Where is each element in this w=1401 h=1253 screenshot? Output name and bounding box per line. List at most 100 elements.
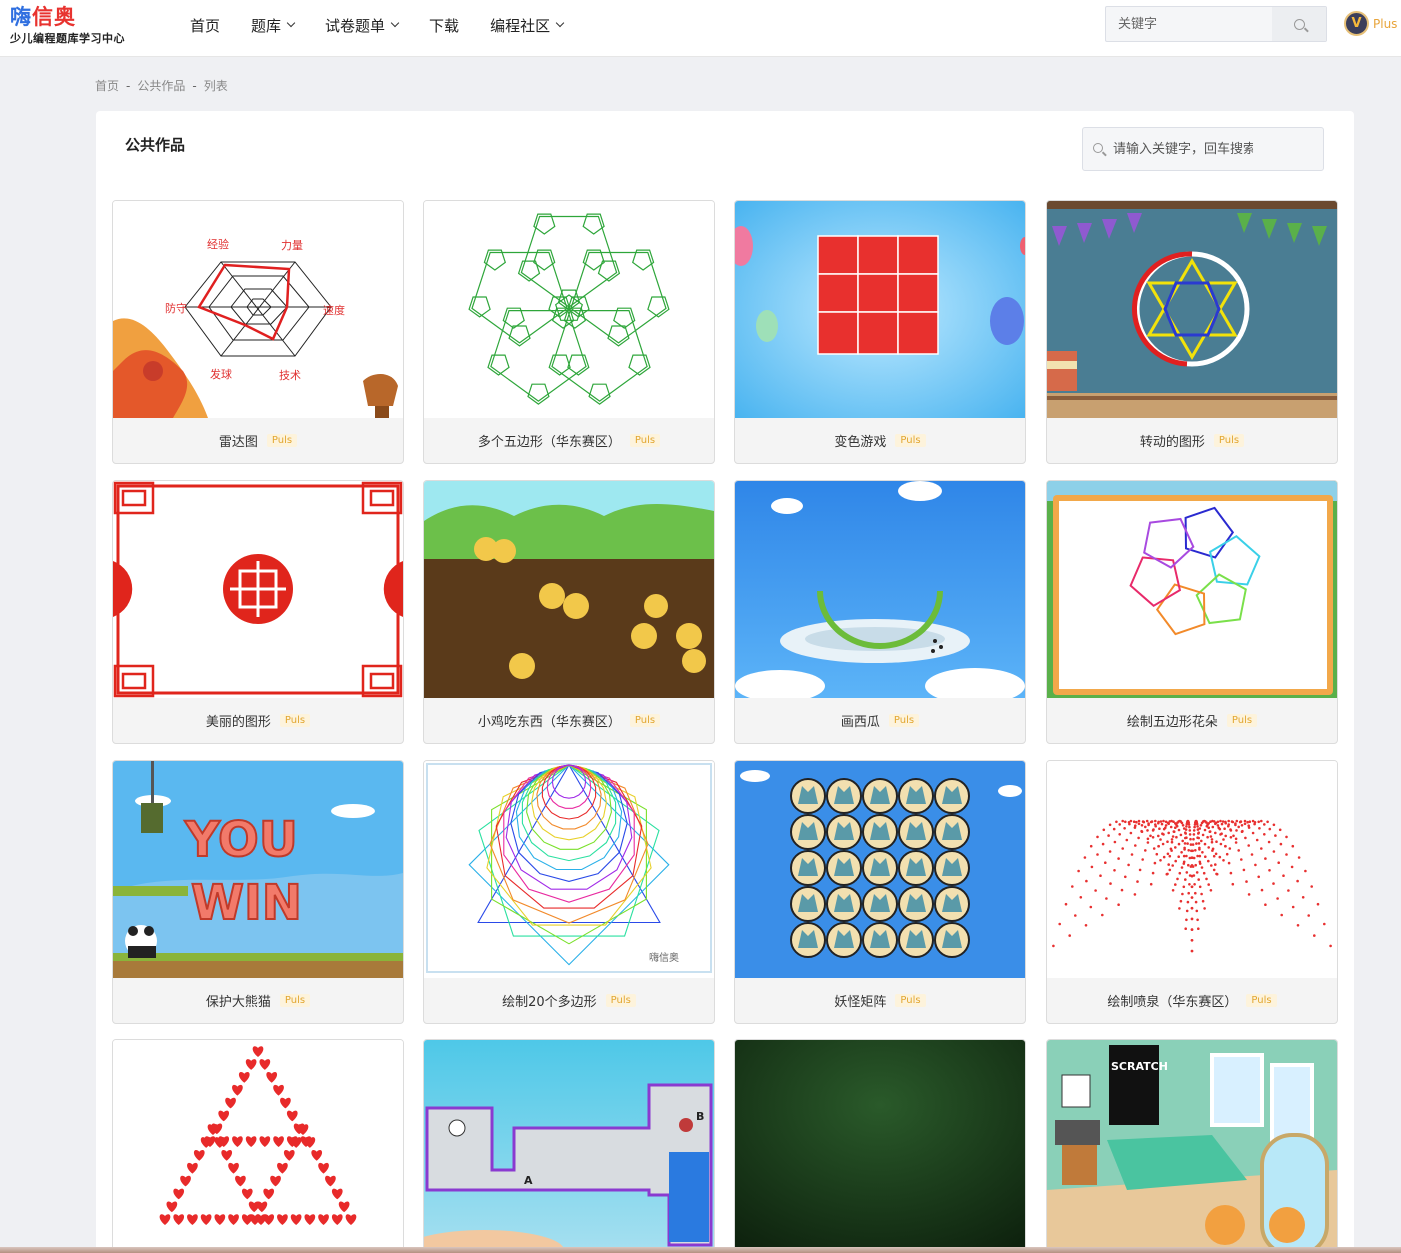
plus-label: Plus [1373, 16, 1398, 31]
you-win-thumbnail: YOU WIN [113, 761, 403, 978]
works-search-input[interactable] [1113, 128, 1253, 170]
work-card[interactable]: 画西瓜 Puls [734, 480, 1026, 744]
work-title: 画西瓜 [840, 715, 880, 730]
plus-tag: Puls [1226, 714, 1258, 727]
scratch-sign: SCRATCH [1111, 1060, 1168, 1073]
breadcrumb: 首页 - 公共作品 - 列表 [95, 77, 228, 94]
breadcrumb-home[interactable]: 首页 [95, 77, 119, 94]
search-icon [1293, 18, 1305, 30]
work-title: 绘制五边形花朵 [1126, 715, 1218, 730]
site-logo[interactable]: 嗨信奥 少儿编程题库学习中心 [10, 6, 125, 46]
dark-green-thumbnail [735, 1040, 1025, 1253]
chicks-thumbnail [424, 481, 714, 698]
work-card[interactable]: 绘制喷泉（华东赛区） Puls [1046, 760, 1338, 1024]
nav-community-label: 编程社区 [490, 16, 551, 35]
radar-label-top-left: 经验 [207, 237, 229, 251]
plus-tag: Puls [605, 994, 636, 1007]
maze-label-a: A [524, 1174, 533, 1187]
search-icon [1093, 143, 1103, 153]
work-card[interactable]: YOU WIN 保护大熊猫 Puls [112, 760, 404, 1024]
top-navbar: 嗨信奥 少儿编程题库学习中心 首页 题库 试卷题单 下载 编程社区 V Plus [0, 0, 1401, 57]
radar-label-top-right: 力量 [281, 239, 303, 252]
chinese-pattern-thumbnail [113, 481, 403, 698]
maze-label-b: B [696, 1110, 704, 1123]
nav-exam-lists[interactable]: 试卷题单 [325, 15, 400, 36]
win-text: WIN [191, 875, 302, 931]
nav-question-bank-label: 题库 [251, 16, 282, 35]
vip-badge-icon: V [1344, 11, 1369, 36]
plus-tag: Puls [1213, 434, 1245, 447]
monster-matrix-thumbnail [735, 761, 1025, 978]
plus-tag: Puls [1246, 994, 1277, 1007]
work-card[interactable]: B A [423, 1039, 715, 1253]
radar-label-left: 防守 [165, 301, 187, 315]
rotating-star-thumbnail [1047, 201, 1337, 418]
breadcrumb-separator: - [192, 78, 197, 93]
plus-tag: Puls [888, 714, 920, 727]
hearts-thumbnail [113, 1040, 403, 1253]
you-text: YOU [184, 812, 298, 868]
plus-membership[interactable]: V Plus [1344, 11, 1397, 36]
work-card[interactable]: 多个五边形（华东赛区） Puls [423, 200, 715, 464]
works-panel: 公共作品 经验 力 [96, 111, 1354, 1253]
nav-exam-lists-label: 试卷题单 [325, 16, 386, 35]
radar-chart-thumbnail: 经验 力量 防守 速度 发球 技术 [113, 201, 403, 418]
plus-tag: Puls [279, 714, 311, 727]
breadcrumb-public-works[interactable]: 公共作品 [137, 77, 185, 94]
work-card[interactable]: 经验 力量 防守 速度 发球 技术 雷达图 Puls [112, 200, 404, 464]
work-card[interactable]: 转动的图形 Puls [1046, 200, 1338, 464]
work-card[interactable] [734, 1039, 1026, 1253]
panel-title: 公共作品 [125, 136, 186, 154]
chevron-down-icon [286, 18, 296, 28]
breadcrumb-list: 列表 [203, 79, 228, 93]
nav-question-bank[interactable]: 题库 [251, 15, 296, 36]
work-title: 绘制喷泉（华东赛区） [1107, 995, 1238, 1010]
radar-label-right: 速度 [323, 303, 345, 317]
work-title: 保护大熊猫 [205, 995, 271, 1010]
logo-title-b: 信奥 [32, 5, 76, 29]
work-card[interactable]: 变色游戏 Puls [734, 200, 1026, 464]
nav-community[interactable]: 编程社区 [490, 15, 565, 36]
pentagons-thumbnail [424, 201, 714, 418]
logo-subtitle: 少儿编程题库学习中心 [10, 32, 125, 45]
work-card[interactable]: 绘制五边形花朵 Puls [1046, 480, 1338, 744]
header-search [1105, 6, 1327, 42]
nav-download-label: 下载 [429, 16, 460, 35]
work-card[interactable]: 小鸡吃东西（华东赛区） Puls [423, 480, 715, 744]
main-nav: 首页 题库 试卷题单 下载 编程社区 [190, 0, 594, 50]
chevron-down-icon [390, 18, 400, 28]
color-grid-thumbnail [735, 201, 1025, 418]
radar-label-bottom-left: 发球 [210, 367, 232, 381]
bedroom-thumbnail: SCRATCH [1047, 1040, 1337, 1253]
work-title: 雷达图 [218, 435, 258, 450]
works-search [1082, 127, 1324, 171]
chevron-down-icon [555, 18, 565, 28]
radar-label-bottom-right: 技术 [279, 369, 301, 382]
work-card[interactable]: 嗨信奥 绘制20个多边形 Puls [423, 760, 715, 1024]
nav-home-label: 首页 [190, 16, 221, 35]
header-search-button[interactable] [1272, 7, 1326, 41]
plus-tag: Puls [266, 434, 298, 447]
polygons-thumbnail: 嗨信奥 [424, 761, 714, 978]
plus-tag: Puls [895, 994, 926, 1007]
header-search-input[interactable] [1106, 7, 1272, 41]
work-card[interactable]: 美丽的图形 Puls [112, 480, 404, 744]
work-title: 转动的图形 [1139, 435, 1205, 450]
pentagon-flower-thumbnail [1047, 481, 1337, 698]
plus-tag: Puls [629, 434, 661, 447]
work-card[interactable] [112, 1039, 404, 1253]
plus-tag: Puls [279, 994, 311, 1007]
work-card[interactable]: 妖怪矩阵 Puls [734, 760, 1026, 1024]
plus-tag: Puls [629, 714, 661, 727]
nav-home[interactable]: 首页 [190, 15, 220, 36]
work-title: 变色游戏 [834, 435, 887, 450]
breadcrumb-separator: - [126, 78, 131, 93]
nav-download[interactable]: 下载 [429, 15, 459, 36]
watermark: 嗨信奥 [649, 951, 679, 964]
fountain-thumbnail [1047, 761, 1337, 978]
work-card[interactable]: SCRATCH [1046, 1039, 1338, 1253]
work-title: 小鸡吃东西（华东赛区） [477, 715, 621, 730]
page-bottom-edge [0, 1247, 1401, 1253]
maze-thumbnail: B A [424, 1040, 714, 1253]
logo-title-a: 嗨 [10, 5, 32, 29]
